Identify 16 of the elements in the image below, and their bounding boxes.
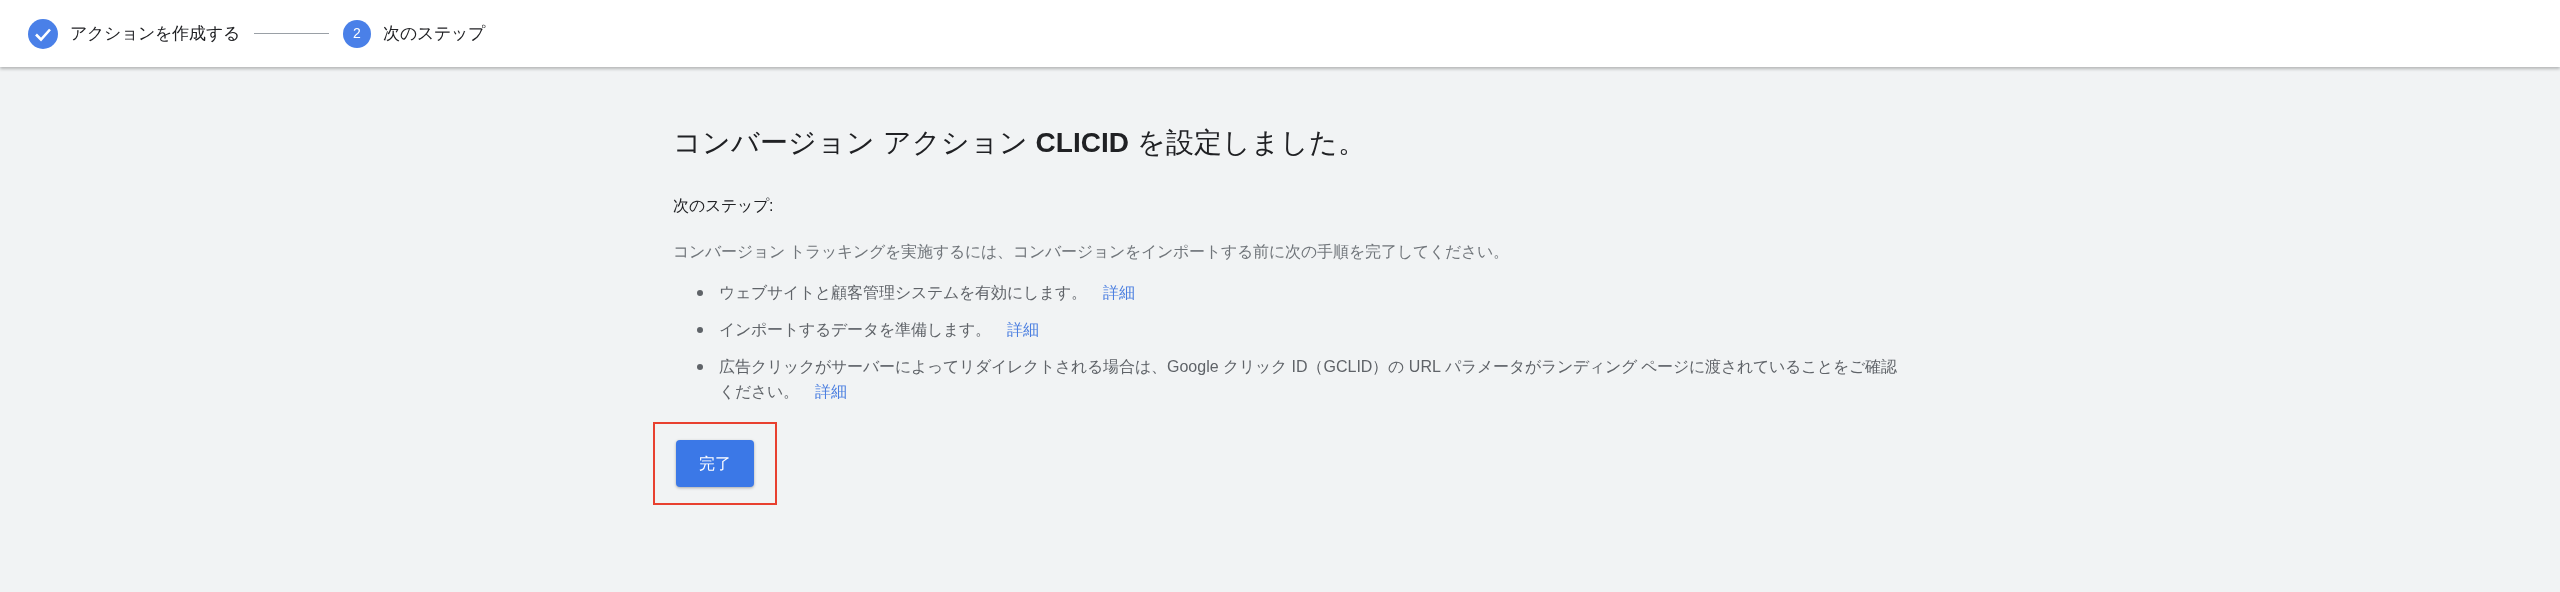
step-text: ウェブサイトと顧客管理システムを有効にします。 詳細 — [719, 283, 1136, 303]
step-label: アクションを作成する — [70, 22, 240, 45]
step-label: 次のステップ — [383, 22, 485, 45]
step-text: インポートするデータを準備します。 詳細 — [719, 320, 1040, 340]
step-number: 2 — [343, 19, 371, 48]
step-text: 広告クリックがサーバーによってリダイレクトされる場合は、Google クリック ID（GCLID）の URL パラメータがランディング ページに渡されていることをご確認ください。 詳細 — [719, 357, 1899, 402]
learn-more-link[interactable]: 詳細 — [1007, 321, 1040, 338]
description: コンバージョン トラッキングを実施するには、コンバージョンをインポートする前に次の手順を完了してください。 — [673, 242, 1511, 262]
bullet-icon — [697, 327, 703, 333]
learn-more-link[interactable]: 詳細 — [1103, 284, 1136, 301]
done-button[interactable]: 完了 — [676, 440, 754, 487]
bullet-icon — [697, 290, 703, 296]
learn-more-link[interactable]: 詳細 — [815, 383, 848, 400]
page-title: コンバージョン アクション CLICID を設定しました。 — [673, 126, 1367, 160]
bullet-icon — [697, 364, 703, 370]
subheading: 次のステップ: — [673, 196, 775, 216]
